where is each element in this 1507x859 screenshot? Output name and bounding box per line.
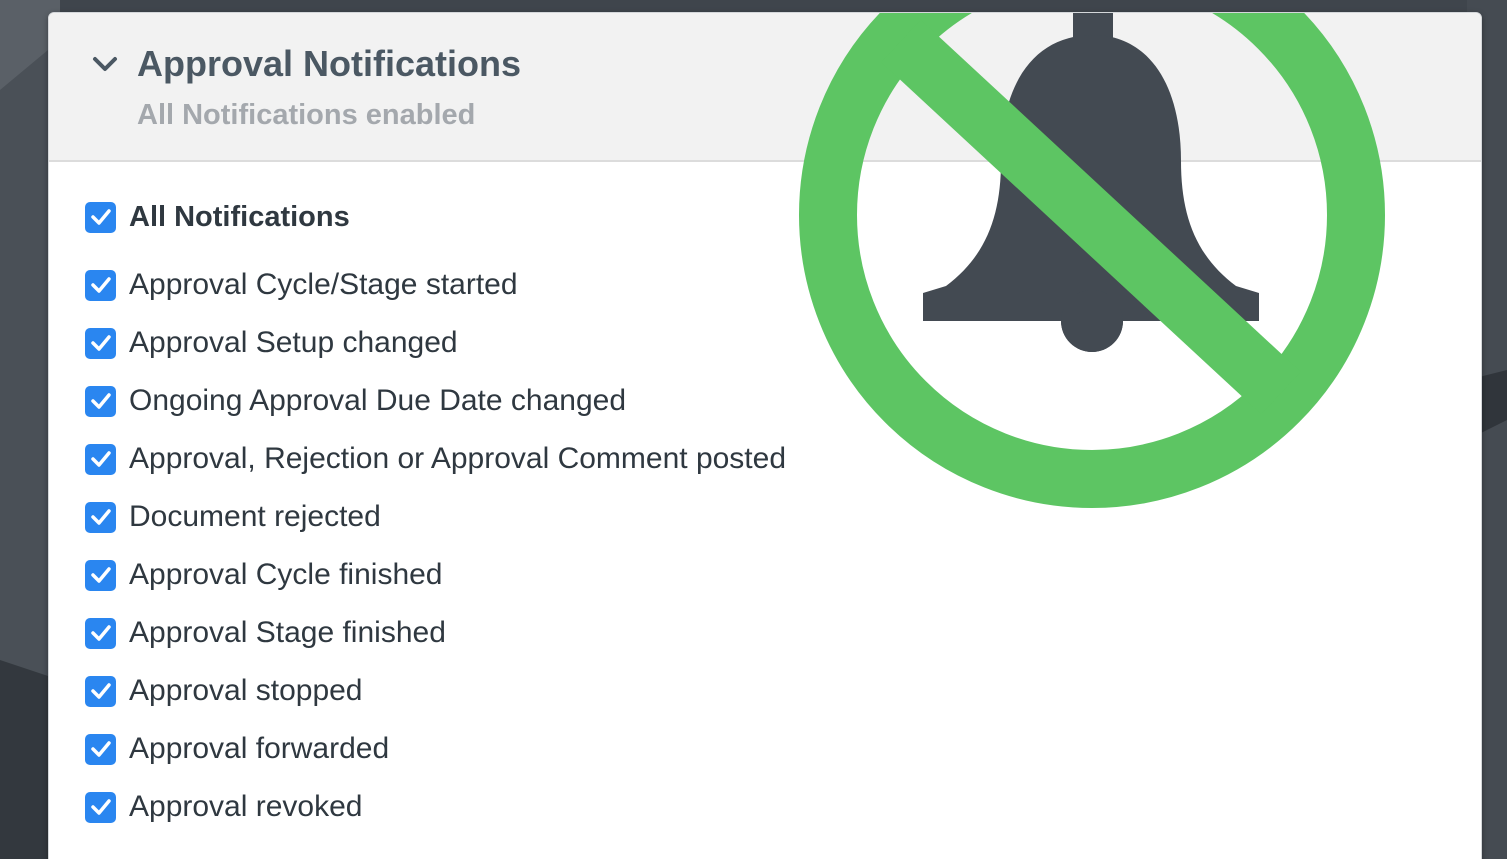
chevron-down-icon[interactable] bbox=[89, 53, 121, 77]
bell-disabled-icon bbox=[799, 13, 1385, 508]
checkmark-icon bbox=[90, 567, 111, 583]
checkbox[interactable] bbox=[85, 501, 116, 533]
checkbox[interactable] bbox=[85, 201, 116, 233]
checkbox-approval-cycle-finished[interactable]: Approval Cycle finished bbox=[85, 557, 443, 593]
notification-label: Approval forwarded bbox=[129, 732, 390, 765]
checkbox-approval-cycle-stage-started[interactable]: Approval Cycle/Stage started bbox=[85, 267, 518, 303]
checkbox[interactable] bbox=[85, 791, 116, 823]
notification-label: Approval Setup changed bbox=[129, 326, 458, 359]
checkbox-document-rejected[interactable]: Document rejected bbox=[85, 499, 381, 535]
notification-label: Approval Cycle finished bbox=[129, 558, 443, 591]
checkbox[interactable] bbox=[85, 675, 116, 707]
checkbox-approval-setup-changed[interactable]: Approval Setup changed bbox=[85, 325, 458, 361]
checkmark-icon bbox=[90, 683, 111, 699]
panel-title: Approval Notifications bbox=[137, 43, 522, 84]
notification-label: Approval revoked bbox=[129, 790, 363, 823]
notification-label: Document rejected bbox=[129, 500, 381, 533]
checkbox-approval-stage-finished[interactable]: Approval Stage finished bbox=[85, 615, 446, 651]
checkbox-approval-revoked[interactable]: Approval revoked bbox=[85, 789, 362, 825]
notification-label: Ongoing Approval Due Date changed bbox=[129, 384, 627, 417]
checkbox[interactable] bbox=[85, 385, 116, 417]
checkbox[interactable] bbox=[85, 269, 116, 301]
checkmark-icon bbox=[90, 393, 111, 409]
checkmark-icon bbox=[90, 625, 111, 641]
checkmark-icon bbox=[90, 335, 111, 351]
checkmark-icon bbox=[90, 509, 111, 525]
panel-subtitle: All Notifications enabled bbox=[137, 99, 476, 131]
checkmark-icon bbox=[90, 799, 111, 815]
notification-label: Approval stopped bbox=[129, 674, 363, 707]
approval-notifications-panel: Approval Notifications All Notifications… bbox=[48, 12, 1482, 859]
notification-label: Approval, Rejection or Approval Comment … bbox=[129, 442, 787, 475]
checkmark-icon bbox=[90, 451, 111, 467]
checkbox-ongoing-approval-due-date-changed[interactable]: Ongoing Approval Due Date changed bbox=[85, 383, 626, 419]
notification-label: Approval Stage finished bbox=[129, 616, 446, 649]
checkbox-approval-rejection-comment-posted[interactable]: Approval, Rejection or Approval Comment … bbox=[85, 441, 786, 477]
checkmark-icon bbox=[90, 741, 111, 757]
checkbox-approval-stopped[interactable]: Approval stopped bbox=[85, 673, 363, 709]
notification-label: All Notifications bbox=[129, 200, 350, 233]
checkbox[interactable] bbox=[85, 327, 116, 359]
checkbox-approval-forwarded[interactable]: Approval forwarded bbox=[85, 731, 389, 767]
checkbox-all-notifications[interactable]: All Notifications bbox=[85, 199, 350, 235]
checkbox[interactable] bbox=[85, 733, 116, 765]
notification-label: Approval Cycle/Stage started bbox=[129, 268, 518, 301]
checkmark-icon bbox=[90, 277, 111, 293]
checkmark-icon bbox=[90, 209, 111, 225]
checkbox[interactable] bbox=[85, 443, 116, 475]
checkbox[interactable] bbox=[85, 617, 116, 649]
checkbox[interactable] bbox=[85, 559, 116, 591]
